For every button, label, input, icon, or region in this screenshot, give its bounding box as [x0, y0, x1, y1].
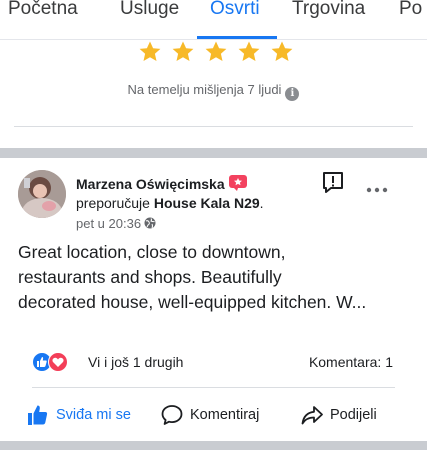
- like-button-label: Sviđa mi se: [56, 407, 131, 423]
- section-separator: [0, 148, 427, 158]
- section-separator: [0, 441, 427, 450]
- tab-osvrti[interactable]: Osvrti: [210, 0, 260, 20]
- post-text-line: decorated house, well-equipped kitchen. …: [18, 292, 367, 312]
- rating-summary: Na temelju mišljenja 7 ljudi i: [0, 82, 427, 101]
- author-name-text: Marzena Oświęcimska: [76, 176, 225, 192]
- info-icon[interactable]: i: [285, 87, 300, 101]
- star-icon: [205, 41, 227, 61]
- post-body[interactable]: Great location, close to downtown, resta…: [18, 240, 413, 315]
- author-name[interactable]: Marzena Oświęcimska: [76, 175, 247, 192]
- top-tabs: Početna Usluge Osvrti Trgovina Po: [0, 0, 427, 40]
- tab-more[interactable]: Po: [399, 0, 422, 20]
- divider: [14, 126, 413, 127]
- rating-note-text: Na temelju mišljenja 7 ljudi: [127, 82, 282, 97]
- share-icon: [301, 406, 323, 425]
- star-icon: [172, 41, 194, 61]
- reactions-text: Vi i još 1 drugih: [88, 354, 184, 370]
- share-button[interactable]: Podijeli: [300, 402, 377, 428]
- timestamp-text: pet u 20:36: [76, 216, 142, 231]
- post-timestamp[interactable]: pet u 20:36: [76, 216, 156, 231]
- tab-pocetna[interactable]: Početna: [8, 0, 78, 20]
- page-name-link[interactable]: House Kala N29: [154, 195, 260, 211]
- recommends-label: preporučuje: [76, 195, 150, 211]
- love-reaction-icon: [48, 352, 68, 372]
- share-button-label: Podijeli: [330, 407, 377, 423]
- divider: [32, 387, 395, 388]
- thumbs-up-icon: [28, 405, 48, 425]
- rating-section: Na temelju mišljenja 7 ljudi i: [0, 40, 427, 148]
- post-text-line: Great location, close to downtown,: [18, 242, 286, 262]
- comment-icon: [161, 405, 183, 425]
- tab-usluge[interactable]: Usluge: [120, 0, 179, 20]
- post-text-line: restaurants and shops. Beautifully: [18, 267, 282, 287]
- recommendation-line: preporučuje House Kala N29.: [76, 195, 264, 211]
- more-options-icon[interactable]: [366, 186, 388, 194]
- star-icon: [271, 41, 293, 61]
- globe-icon: [144, 217, 156, 229]
- star-icon: [238, 41, 260, 61]
- like-button[interactable]: Sviđa mi se: [26, 402, 131, 428]
- tab-trgovina[interactable]: Trgovina: [292, 0, 365, 20]
- recommend-badge-icon: [228, 175, 247, 191]
- comment-button-label: Komentiraj: [190, 407, 260, 423]
- comment-button[interactable]: Komentiraj: [160, 402, 259, 428]
- star-rating: [138, 40, 294, 64]
- comments-count[interactable]: Komentara: 1: [309, 354, 393, 370]
- active-tab-indicator: [197, 36, 277, 39]
- report-icon[interactable]: [321, 171, 345, 195]
- star-icon: [139, 41, 161, 61]
- recommends-period: .: [259, 195, 264, 211]
- review-post: Marzena Oświęcimska preporučuje House Ka…: [0, 158, 427, 441]
- avatar[interactable]: [18, 170, 66, 218]
